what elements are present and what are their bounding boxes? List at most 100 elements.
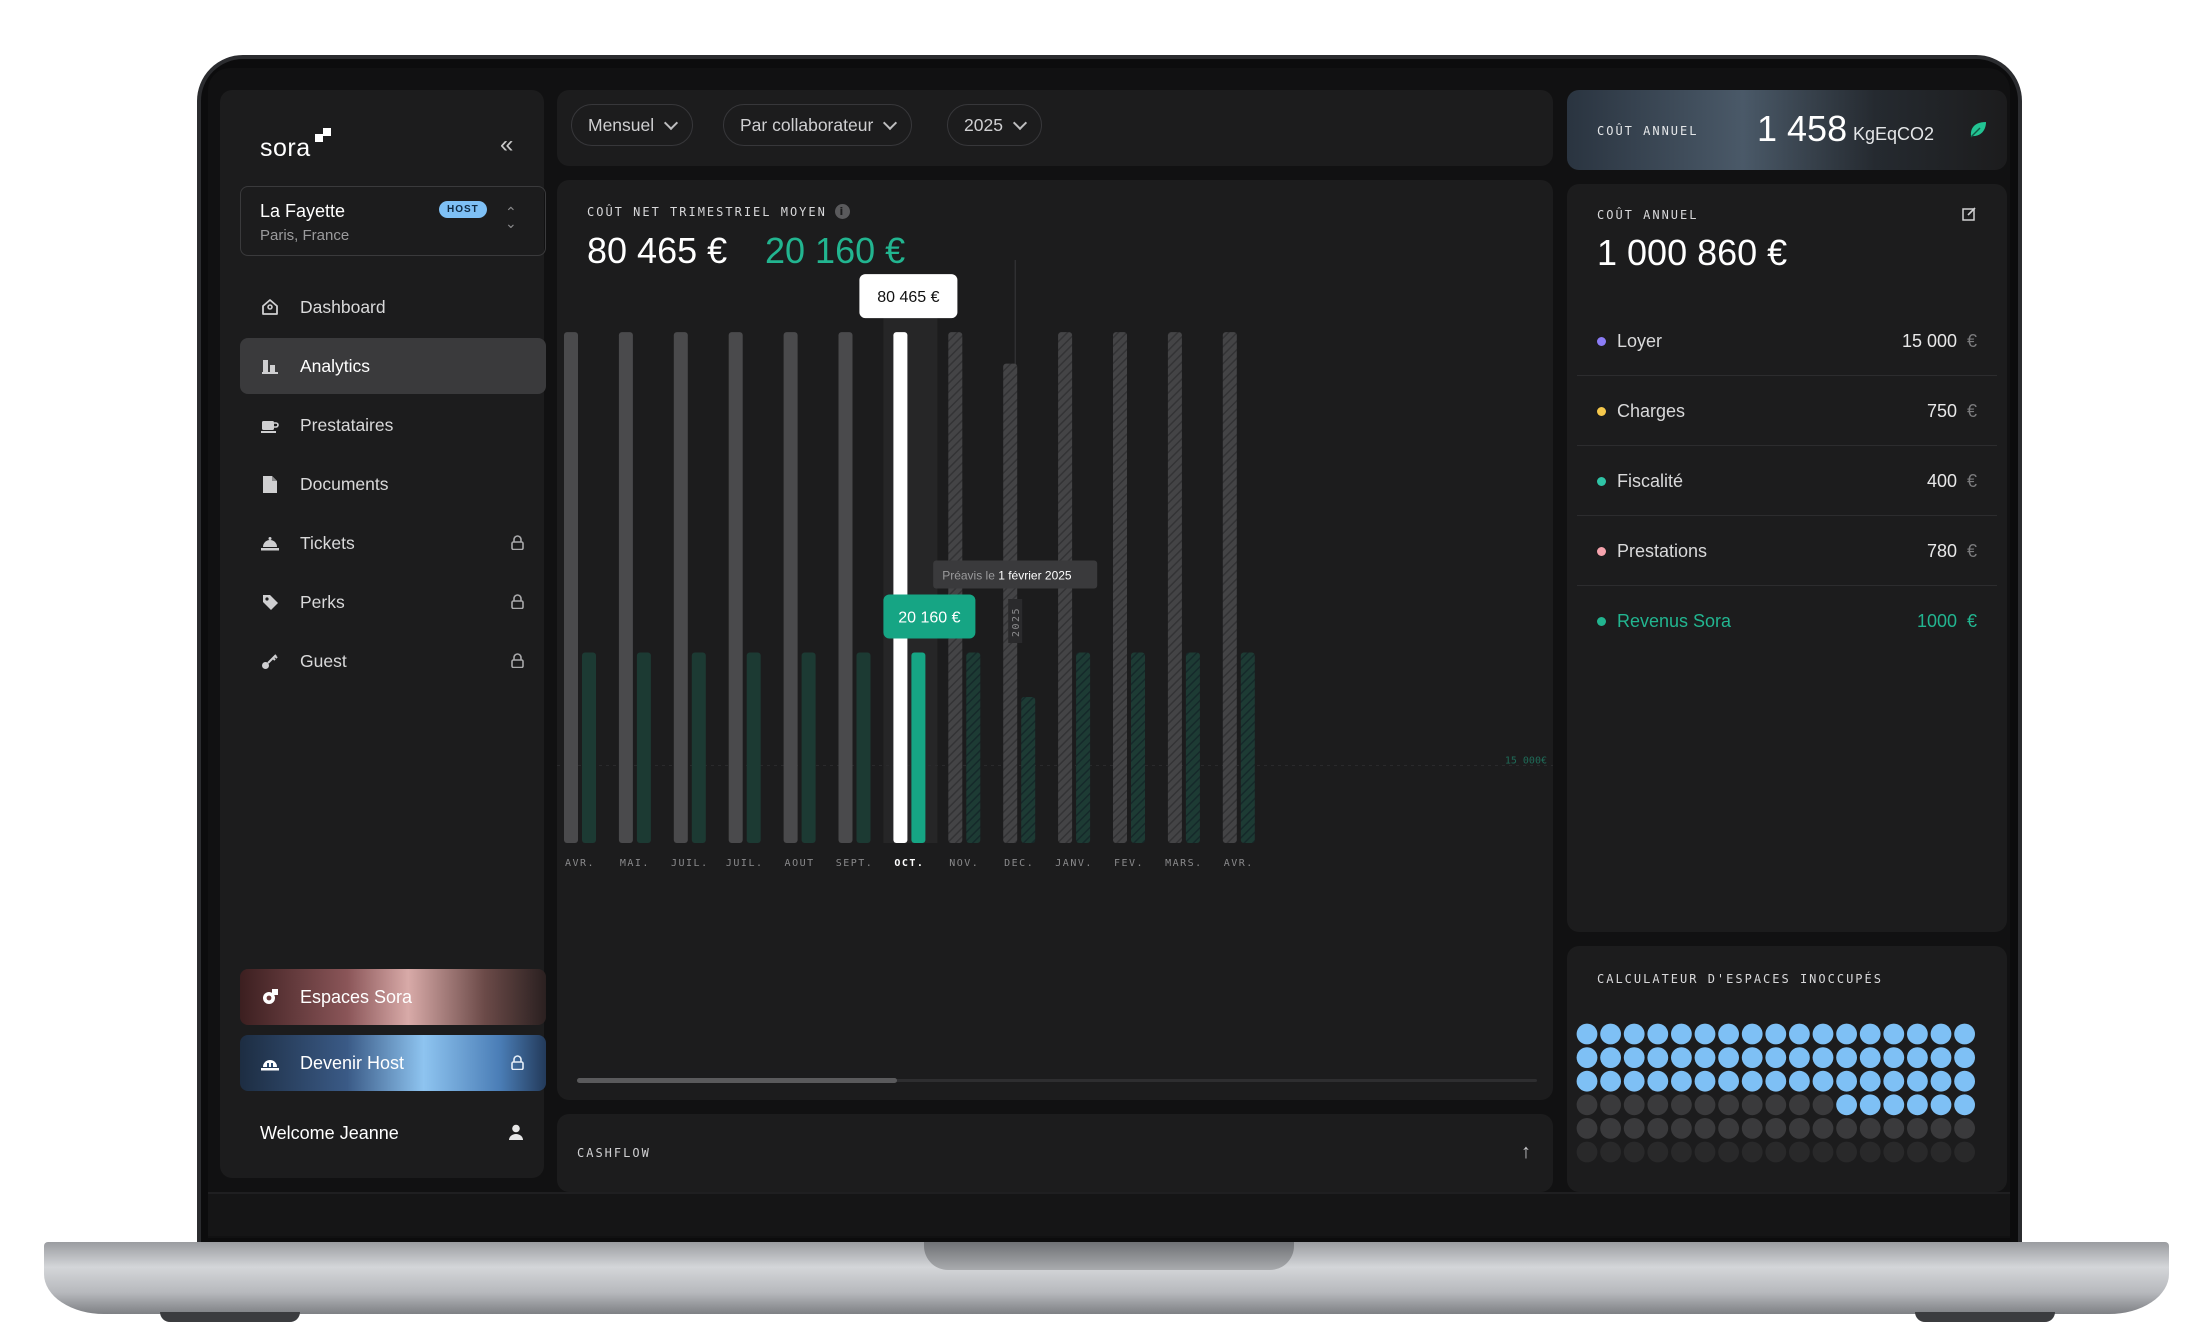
sidebar-item-prestataires[interactable]: Prestataires [240, 397, 546, 453]
revenue-bar[interactable] [636, 652, 651, 843]
year-filter[interactable]: 2025 [947, 104, 1042, 146]
occupied-seat-dot [1789, 1047, 1810, 1068]
cost-bar[interactable] [1167, 332, 1182, 843]
cost-item-currency: € [1966, 611, 1977, 631]
reference-line-label: 15 000€ [1505, 756, 1547, 767]
empty-seat-dot [1623, 1118, 1645, 1139]
cost-bar[interactable] [838, 332, 853, 843]
empty-seat-dot [1789, 1141, 1810, 1163]
occupied-seat-dot [1765, 1070, 1787, 1092]
sidebar-item-guest[interactable]: Guest [240, 633, 546, 689]
occupied-seat-dot [1883, 1047, 1905, 1068]
lock-icon [511, 1055, 524, 1070]
leaf-icon [1970, 122, 1986, 138]
cost-item-currency: € [1966, 471, 1977, 491]
year-filter-label: 2025 [964, 114, 1003, 135]
cost-bar[interactable] [1222, 332, 1237, 843]
cost-bar[interactable] [1113, 332, 1127, 843]
arrow-up-icon[interactable]: ↑ [1521, 1141, 1531, 1164]
coffee-icon [260, 415, 280, 435]
cashflow-panel[interactable]: CASHFLOW ↑ [557, 1114, 1553, 1192]
home-icon [260, 297, 280, 317]
sora-logo[interactable]: sora [260, 128, 331, 163]
sidebar-item-perks[interactable]: Perks [240, 574, 546, 630]
cost-bar[interactable] [673, 332, 688, 843]
tag-icon [260, 592, 280, 612]
lock-icon [511, 653, 524, 668]
cost-item-name: Loyer [1617, 331, 1663, 351]
lock-icon [511, 535, 524, 550]
key-icon [260, 651, 280, 671]
x-tick-label: AOUT [785, 858, 815, 869]
empty-seat-dot [1930, 1141, 1952, 1163]
cost-bar[interactable] [783, 332, 798, 843]
empty-seat-dot [1765, 1141, 1787, 1163]
cost-item-value: 780 [1926, 541, 1957, 561]
cost-chart-panel: 15 000€ 80 465 € 20 160 € Préavis le 1 févr… [557, 180, 1553, 1100]
empty-seat-dot [1694, 1118, 1716, 1139]
revenue-bar[interactable] [691, 652, 706, 843]
sidebar-item-tickets[interactable]: Tickets [240, 515, 546, 571]
sidebar-item-documents[interactable]: Documents [240, 456, 546, 512]
occupied-seat-dot [1623, 1047, 1645, 1068]
revenue-bar[interactable] [1076, 652, 1091, 843]
revenue-bar[interactable] [856, 652, 871, 843]
period-filter[interactable]: Mensuel [571, 104, 694, 146]
app-screen: sora « La Fayette Paris, France HOST ⌃ ⌄ … [208, 68, 2010, 1238]
revenue-bar[interactable] [911, 652, 926, 843]
bell-icon [260, 533, 280, 553]
info-icon[interactable]: i [834, 204, 850, 219]
chevron-up-down-icon: ⌃ ⌄ [505, 204, 517, 231]
occupied-seat-dot [1718, 1023, 1739, 1045]
cost-row-prestations: Prestations 780 € [1577, 516, 1997, 586]
sidebar-item-analytics[interactable]: Analytics [240, 338, 546, 394]
cost-bar[interactable] [564, 332, 578, 843]
occupied-seat-dot [1741, 1023, 1763, 1045]
empty-seat-dot [1694, 1141, 1716, 1163]
occupied-seat-dot [1694, 1023, 1716, 1045]
cost-bar[interactable] [618, 332, 633, 843]
empty-seat-dot [1576, 1141, 1598, 1163]
sidebar-item-dashboard[interactable]: Dashboard [240, 279, 546, 335]
edit-icon[interactable] [1962, 206, 1977, 221]
empty-seat-dot [1623, 1094, 1645, 1116]
legend-dot [1597, 477, 1606, 486]
revenue-bar[interactable] [1131, 652, 1145, 843]
period-filter-label: Mensuel [588, 114, 655, 135]
document-icon [260, 474, 280, 494]
welcome-message: Welcome Jeanne [260, 1123, 399, 1143]
x-tick-label: JANV. [1055, 858, 1093, 869]
revenue-bar[interactable] [801, 652, 816, 843]
revenue-bar[interactable] [746, 652, 761, 843]
x-tick-label: NOV. [949, 858, 979, 869]
revenue-bar[interactable] [1240, 652, 1255, 843]
cost-bar[interactable] [893, 332, 908, 843]
revenue-bar[interactable] [582, 652, 596, 843]
occupied-seat-dot [1671, 1070, 1692, 1092]
collapse-sidebar-icon[interactable]: « [500, 133, 522, 157]
occupied-seat-dot [1836, 1094, 1857, 1116]
empty-seat-dot [1954, 1141, 1975, 1163]
user-icon[interactable] [508, 1124, 524, 1140]
cost-bar[interactable] [728, 332, 743, 843]
revenue-bar[interactable] [966, 652, 981, 843]
occupied-seat-dot [1789, 1023, 1810, 1045]
occupied-seat-dot [1907, 1047, 1928, 1068]
empty-seat-dot [1812, 1118, 1834, 1139]
devenir-host-button[interactable]: Devenir Host [240, 1035, 546, 1091]
co2-unit: KgEqCO2 [1853, 124, 1935, 144]
revenue-bar[interactable] [1021, 696, 1036, 843]
revenue-bar[interactable] [1185, 652, 1200, 843]
occupied-seat-dot [1671, 1047, 1692, 1068]
grouping-filter[interactable]: Par collaborateur [723, 104, 913, 146]
espaces-sora-button[interactable]: Espaces Sora [240, 969, 546, 1025]
empty-seat-dot [1718, 1141, 1739, 1163]
chart-scroll-thumb[interactable] [577, 1078, 897, 1083]
occupied-seat-dot [1718, 1047, 1739, 1068]
site-selector[interactable]: La Fayette Paris, France HOST ⌃ ⌄ [240, 186, 546, 256]
x-tick-label: AVR. [1224, 858, 1254, 869]
sora-spaces-icon [260, 987, 280, 1007]
sidebar-item-label: Tickets [300, 532, 355, 553]
co2-card: COÛT ANNUEL 1 458 KgEqCO2 [1567, 90, 2007, 170]
x-tick-label: FEV. [1114, 858, 1144, 869]
